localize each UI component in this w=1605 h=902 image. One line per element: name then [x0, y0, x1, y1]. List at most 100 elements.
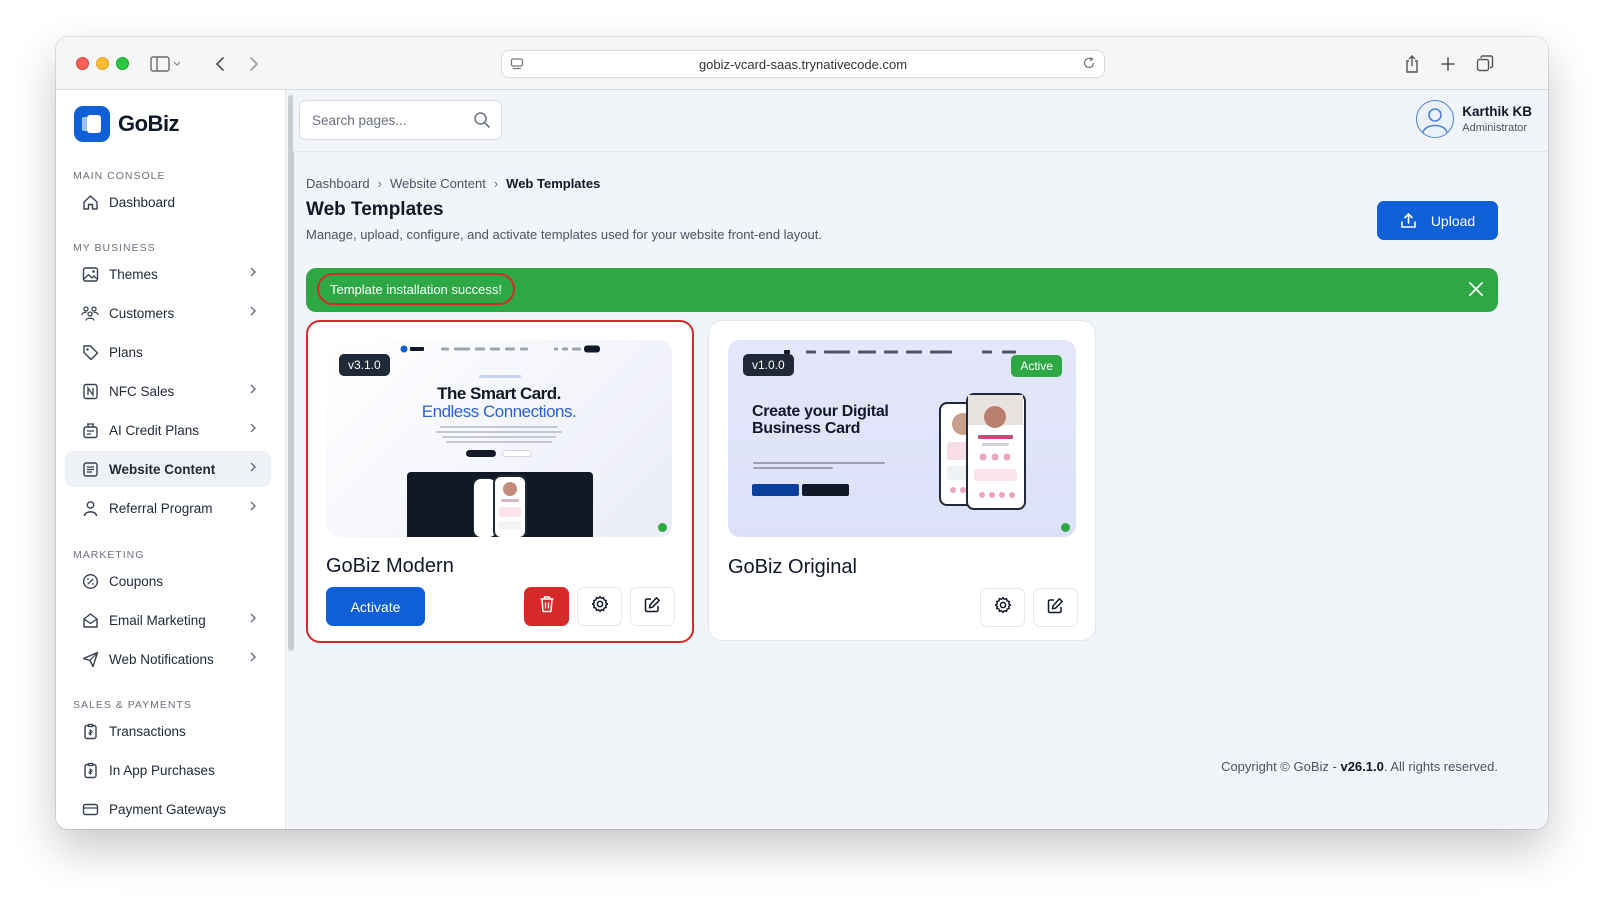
preview-phone — [493, 475, 527, 537]
site-settings-icon[interactable] — [510, 57, 524, 74]
close-icon[interactable] — [1468, 281, 1484, 302]
gobiz-logo-icon — [74, 106, 110, 142]
sidebar-item-website-content[interactable]: Website Content — [65, 451, 271, 487]
sidebar-item-label: AI Credit Plans — [109, 422, 200, 438]
sidebar-item-label: Plans — [109, 344, 143, 360]
mail-icon — [81, 611, 99, 629]
chevron-right-icon — [249, 305, 257, 320]
sidebar-item-transactions[interactable]: Transactions — [65, 713, 271, 749]
new-tab-icon[interactable] — [1435, 51, 1461, 77]
settings-button[interactable] — [980, 588, 1025, 627]
preview-text-line — [442, 436, 556, 438]
sidebar-item-themes[interactable]: Themes — [65, 256, 271, 292]
url-text: gobiz-vcard-saas.trynativecode.com — [698, 56, 908, 72]
sidebar-item-email-marketing[interactable]: Email Marketing — [65, 602, 271, 638]
sidebar-item-in-app-purchases[interactable]: In App Purchases — [65, 752, 271, 788]
activate-button[interactable]: Activate — [326, 587, 425, 626]
search-box[interactable] — [299, 100, 502, 140]
settings-button[interactable] — [577, 587, 622, 626]
sidebar-item-nfc-sales[interactable]: NFC Sales — [65, 373, 271, 409]
sidebar-item-ai-credit-plans[interactable]: AI Credit Plans — [65, 412, 271, 448]
close-window-button[interactable] — [76, 57, 89, 70]
sidebar-item-dashboard[interactable]: Dashboard — [65, 184, 271, 220]
sidebar: GoBiz MAIN CONSOLE Dashboard MY BUSINESS… — [56, 90, 286, 829]
sidebar-item-plans[interactable]: Plans — [65, 334, 271, 370]
sidebar-toggle-icon[interactable] — [148, 51, 182, 77]
template-preview-image[interactable]: Create your Digital Business Card v1.0.0… — [728, 340, 1076, 537]
template-name: GoBiz Modern — [326, 555, 454, 577]
top-bar: Karthik KB Administrator — [293, 90, 1548, 152]
footer-prefix: Copyright © GoBiz - — [1221, 759, 1341, 774]
avatar — [1416, 100, 1455, 138]
breadcrumb-dashboard[interactable]: Dashboard — [306, 176, 370, 191]
delete-button[interactable] — [524, 587, 569, 626]
preview-text-line — [753, 462, 885, 464]
chevron-right-icon — [249, 500, 257, 515]
sidebar-item-label: In App Purchases — [109, 762, 215, 778]
home-icon — [81, 193, 99, 211]
version-badge: v3.1.0 — [339, 354, 390, 376]
coupon-icon — [81, 572, 99, 590]
edit-button[interactable] — [630, 587, 675, 626]
sidebar-item-label: Web Notifications — [109, 651, 214, 667]
trash-icon — [539, 595, 555, 618]
sidebar-item-label: Website Content — [109, 461, 216, 477]
preview-headline: The Smart Card. — [437, 384, 561, 403]
sidebar-item-coupons[interactable]: Coupons — [65, 563, 271, 599]
sidebar-scrollbar[interactable] — [288, 95, 294, 651]
search-input[interactable] — [312, 112, 462, 128]
address-bar[interactable]: gobiz-vcard-saas.trynativecode.com — [501, 50, 1105, 78]
edit-button[interactable] — [1033, 588, 1078, 627]
tab-overview-icon[interactable] — [1472, 51, 1498, 77]
preview-phone-front — [966, 393, 1026, 510]
logo[interactable]: GoBiz — [74, 106, 180, 142]
gear-icon — [591, 595, 609, 618]
footer-suffix: . All rights reserved. — [1383, 759, 1498, 774]
chevron-right-icon — [249, 266, 257, 281]
sidebar-item-customers[interactable]: Customers — [65, 295, 271, 331]
back-icon[interactable] — [207, 51, 233, 77]
preview-button — [752, 484, 799, 496]
forward-icon[interactable] — [241, 51, 267, 77]
document-icon — [81, 460, 99, 478]
chevron-right-icon — [249, 383, 257, 398]
reload-icon[interactable] — [1082, 56, 1096, 73]
zoom-window-button[interactable] — [116, 57, 129, 70]
page-description: Manage, upload, configure, and activate … — [306, 227, 822, 242]
breadcrumb-separator-icon: › — [493, 176, 499, 191]
nfc-icon — [81, 382, 99, 400]
credit-icon — [81, 421, 99, 439]
preview-device — [407, 472, 593, 537]
users-icon — [81, 304, 99, 322]
sidebar-item-referral-program[interactable]: Referral Program — [65, 490, 271, 526]
edit-icon — [644, 596, 661, 618]
browser-window: gobiz-vcard-saas.trynativecode.com GoBiz… — [56, 37, 1548, 829]
footer-version: v26.1.0 — [1340, 759, 1384, 774]
user-name: Karthik KB — [1462, 104, 1532, 119]
sidebar-item-label: Coupons — [109, 573, 164, 589]
share-icon[interactable] — [1399, 51, 1425, 77]
preview-text-line — [440, 426, 558, 428]
sidebar-item-payment-gateways[interactable]: Payment Gateways — [65, 791, 271, 827]
breadcrumb-separator-icon: › — [377, 176, 382, 191]
template-name: GoBiz Original — [728, 556, 857, 578]
receipt-icon — [81, 722, 99, 740]
preview-button — [466, 450, 496, 457]
preview-button — [502, 450, 532, 457]
minimize-window-button[interactable] — [96, 57, 109, 70]
user-icon — [81, 499, 99, 517]
preview-status-dot — [658, 523, 667, 532]
sidebar-item-label: Referral Program — [109, 500, 213, 516]
user-menu[interactable]: Karthik KB Administrator — [1416, 100, 1532, 138]
receipt-icon — [81, 761, 99, 779]
search-icon[interactable] — [473, 111, 491, 134]
sidebar-item-web-notifications[interactable]: Web Notifications — [65, 641, 271, 677]
upload-button[interactable]: Upload — [1377, 201, 1498, 240]
breadcrumb-website-content[interactable]: Website Content — [390, 176, 486, 191]
gear-icon — [994, 596, 1012, 619]
send-icon — [81, 650, 99, 668]
template-preview-image[interactable]: The Smart Card. Endless Connections. v3.… — [326, 340, 672, 537]
edit-icon — [1047, 597, 1064, 619]
user-role: Administrator — [1462, 122, 1528, 134]
success-alert: Template installation success! — [306, 268, 1498, 312]
